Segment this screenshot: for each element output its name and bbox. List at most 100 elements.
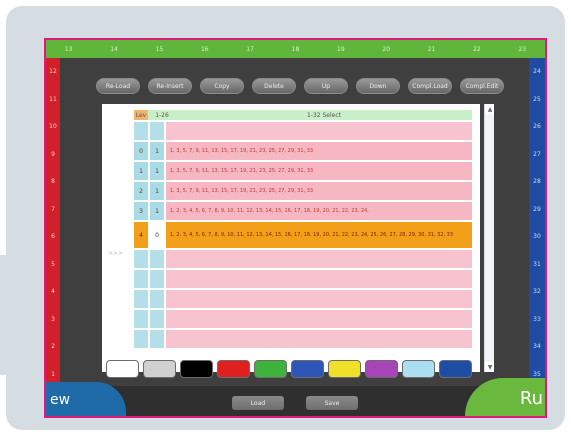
table-row[interactable]: 1 1 1, 3, 5, 7, 9, 11, 13, 15, 17, 19, 2… bbox=[134, 162, 472, 180]
row-value[interactable]: 1 bbox=[150, 142, 164, 160]
right-ruler-tick: 33 bbox=[533, 315, 541, 323]
left-ruler-tick: 3 bbox=[51, 315, 55, 323]
top-ruler-tick: 18 bbox=[291, 45, 300, 53]
row-sequence[interactable]: 1, 3, 5, 7, 9, 11, 13, 15, 17, 19, 21, 2… bbox=[166, 182, 472, 200]
top-ruler-tick: 22 bbox=[473, 45, 481, 53]
table-rows: 0 1 1, 3, 5, 7, 9, 11, 13, 15, 17, 19, 2… bbox=[134, 122, 472, 350]
up-button[interactable]: Up bbox=[304, 78, 348, 94]
color-swatch[interactable] bbox=[402, 360, 435, 378]
row-index: 0 bbox=[134, 142, 148, 160]
row-sequence[interactable]: 1, 2, 3, 4, 5, 6, 7, 8, 9, 10, 11, 12, 1… bbox=[166, 202, 472, 220]
top-ruler-tick: 15 bbox=[155, 45, 164, 53]
top-ruler: 13 14 15 16 17 18 19 20 21 22 23 bbox=[46, 40, 545, 58]
top-ruler-tick: 21 bbox=[427, 45, 436, 53]
compl-edit-button[interactable]: Compl.Edit bbox=[460, 78, 504, 94]
table-row[interactable] bbox=[134, 122, 472, 140]
reinsert-button[interactable]: Re-Insert bbox=[148, 78, 192, 94]
left-ruler-tick: 11 bbox=[49, 95, 57, 103]
top-ruler-tick: 14 bbox=[110, 45, 118, 53]
row-value-input[interactable]: 0 bbox=[150, 222, 164, 248]
save-button[interactable]: Save bbox=[306, 396, 358, 410]
top-ruler-tick: 16 bbox=[200, 45, 209, 53]
table-row[interactable]: 3 1 1, 2, 3, 4, 5, 6, 7, 8, 9, 10, 11, 1… bbox=[134, 202, 472, 220]
top-ruler-tick: 13 bbox=[64, 45, 73, 53]
table-row[interactable] bbox=[134, 270, 472, 288]
scroll-track[interactable] bbox=[485, 114, 494, 362]
color-swatch[interactable] bbox=[439, 360, 472, 378]
right-ruler-tick: 34 bbox=[533, 343, 541, 351]
data-table: Lev 1-26 1-32 Select >>> 0 1 1, 3, 5, 7,… bbox=[102, 104, 480, 372]
left-ruler-tick: 9 bbox=[51, 150, 55, 158]
row-index: 2 bbox=[134, 182, 148, 200]
tablet-frame: 13 14 15 16 17 18 19 20 21 22 23 12 11 10 9 8 7 6 5 4 3 2 1 2… bbox=[44, 38, 547, 418]
color-swatch[interactable] bbox=[291, 360, 324, 378]
left-ruler-tick: 10 bbox=[49, 123, 57, 131]
color-swatch[interactable] bbox=[143, 360, 176, 378]
vertical-scrollbar[interactable]: ▲ ▼ bbox=[484, 104, 494, 372]
right-ruler-tick: 27 bbox=[533, 150, 541, 158]
row-sequence[interactable]: 1, 3, 5, 7, 9, 11, 13, 15, 17, 19, 21, 2… bbox=[166, 162, 472, 180]
left-ruler-tick: 4 bbox=[51, 288, 55, 296]
right-ruler-tick: 35 bbox=[533, 370, 541, 378]
left-corner-label: ew bbox=[50, 392, 71, 408]
table-row[interactable] bbox=[134, 310, 472, 328]
reload-button[interactable]: Re-Load bbox=[96, 78, 140, 94]
right-ruler-tick: 26 bbox=[533, 123, 541, 131]
right-ruler-tick: 24 bbox=[533, 68, 541, 76]
header-range: 1-26 bbox=[155, 111, 169, 119]
row-index: 3 bbox=[134, 202, 148, 220]
table-row[interactable] bbox=[134, 330, 472, 348]
table-row[interactable]: 2 1 1, 3, 5, 7, 9, 11, 13, 15, 17, 19, 2… bbox=[134, 182, 472, 200]
table-row[interactable] bbox=[134, 250, 472, 268]
right-corner-label: Ru bbox=[519, 388, 543, 409]
left-ruler-tick: 6 bbox=[51, 233, 55, 241]
left-ruler: 12 11 10 9 8 7 6 5 4 3 2 1 bbox=[46, 58, 60, 388]
table-header: Lev 1-26 1-32 Select bbox=[134, 110, 472, 120]
top-ruler-tick: 17 bbox=[246, 45, 254, 53]
row-sequence[interactable]: 1, 3, 5, 7, 9, 11, 13, 15, 17, 19, 21, 2… bbox=[166, 142, 472, 160]
down-button[interactable]: Down bbox=[356, 78, 400, 94]
table-row[interactable]: 0 1 1, 3, 5, 7, 9, 11, 13, 15, 17, 19, 2… bbox=[134, 142, 472, 160]
right-ruler-tick: 31 bbox=[533, 260, 541, 268]
right-ruler-tick: 25 bbox=[533, 95, 541, 103]
compl-load-button[interactable]: Compl.Load bbox=[408, 78, 452, 94]
left-ruler-tick: 7 bbox=[51, 205, 55, 213]
row-sequence[interactable]: 1, 2, 3, 4, 5, 6, 7, 8, 9, 10, 11, 12, 1… bbox=[166, 222, 472, 248]
current-row-pointer: >>> bbox=[108, 250, 124, 257]
right-ruler-tick: 32 bbox=[533, 288, 541, 296]
right-ruler: 24 25 26 27 28 29 30 31 32 33 34 35 bbox=[529, 58, 545, 388]
left-ruler-tick: 8 bbox=[51, 178, 55, 186]
load-button[interactable]: Load bbox=[232, 396, 284, 410]
color-swatch[interactable] bbox=[180, 360, 213, 378]
top-ruler-tick: 19 bbox=[337, 45, 345, 53]
right-ruler-tick: 29 bbox=[533, 205, 541, 213]
top-ruler-tick: 23 bbox=[518, 45, 527, 53]
left-ruler-tick: 1 bbox=[51, 370, 55, 378]
table-row[interactable] bbox=[134, 290, 472, 308]
right-ruler-tick: 30 bbox=[533, 233, 541, 241]
delete-button[interactable]: Delete bbox=[252, 78, 296, 94]
header-select: 1-32 Select bbox=[306, 111, 342, 119]
color-swatch[interactable] bbox=[328, 360, 361, 378]
top-ruler-tick: 20 bbox=[382, 45, 391, 53]
row-value[interactable]: 1 bbox=[150, 182, 164, 200]
left-ruler-tick: 12 bbox=[49, 68, 57, 76]
right-ruler-tick: 28 bbox=[533, 178, 541, 186]
left-ruler-tick: 2 bbox=[51, 343, 55, 351]
row-index: 1 bbox=[134, 162, 148, 180]
row-index: 4 bbox=[134, 222, 148, 248]
scroll-up-icon[interactable]: ▲ bbox=[485, 104, 495, 114]
color-swatch[interactable] bbox=[365, 360, 398, 378]
color-swatch[interactable] bbox=[254, 360, 287, 378]
color-swatch[interactable] bbox=[217, 360, 250, 378]
row-value[interactable]: 1 bbox=[150, 162, 164, 180]
toolbar: Re-Load Re-Insert Copy Delete Up Down Co… bbox=[96, 76, 506, 96]
header-lev: Lev bbox=[134, 110, 148, 120]
left-ruler-tick: 5 bbox=[51, 260, 55, 268]
row-value[interactable]: 1 bbox=[150, 202, 164, 220]
color-palette bbox=[106, 360, 498, 380]
copy-button[interactable]: Copy bbox=[200, 78, 244, 94]
table-row-current[interactable]: 4 0 1, 2, 3, 4, 5, 6, 7, 8, 9, 10, 11, 1… bbox=[134, 222, 472, 248]
side-slab bbox=[0, 255, 40, 375]
color-swatch[interactable] bbox=[106, 360, 139, 378]
